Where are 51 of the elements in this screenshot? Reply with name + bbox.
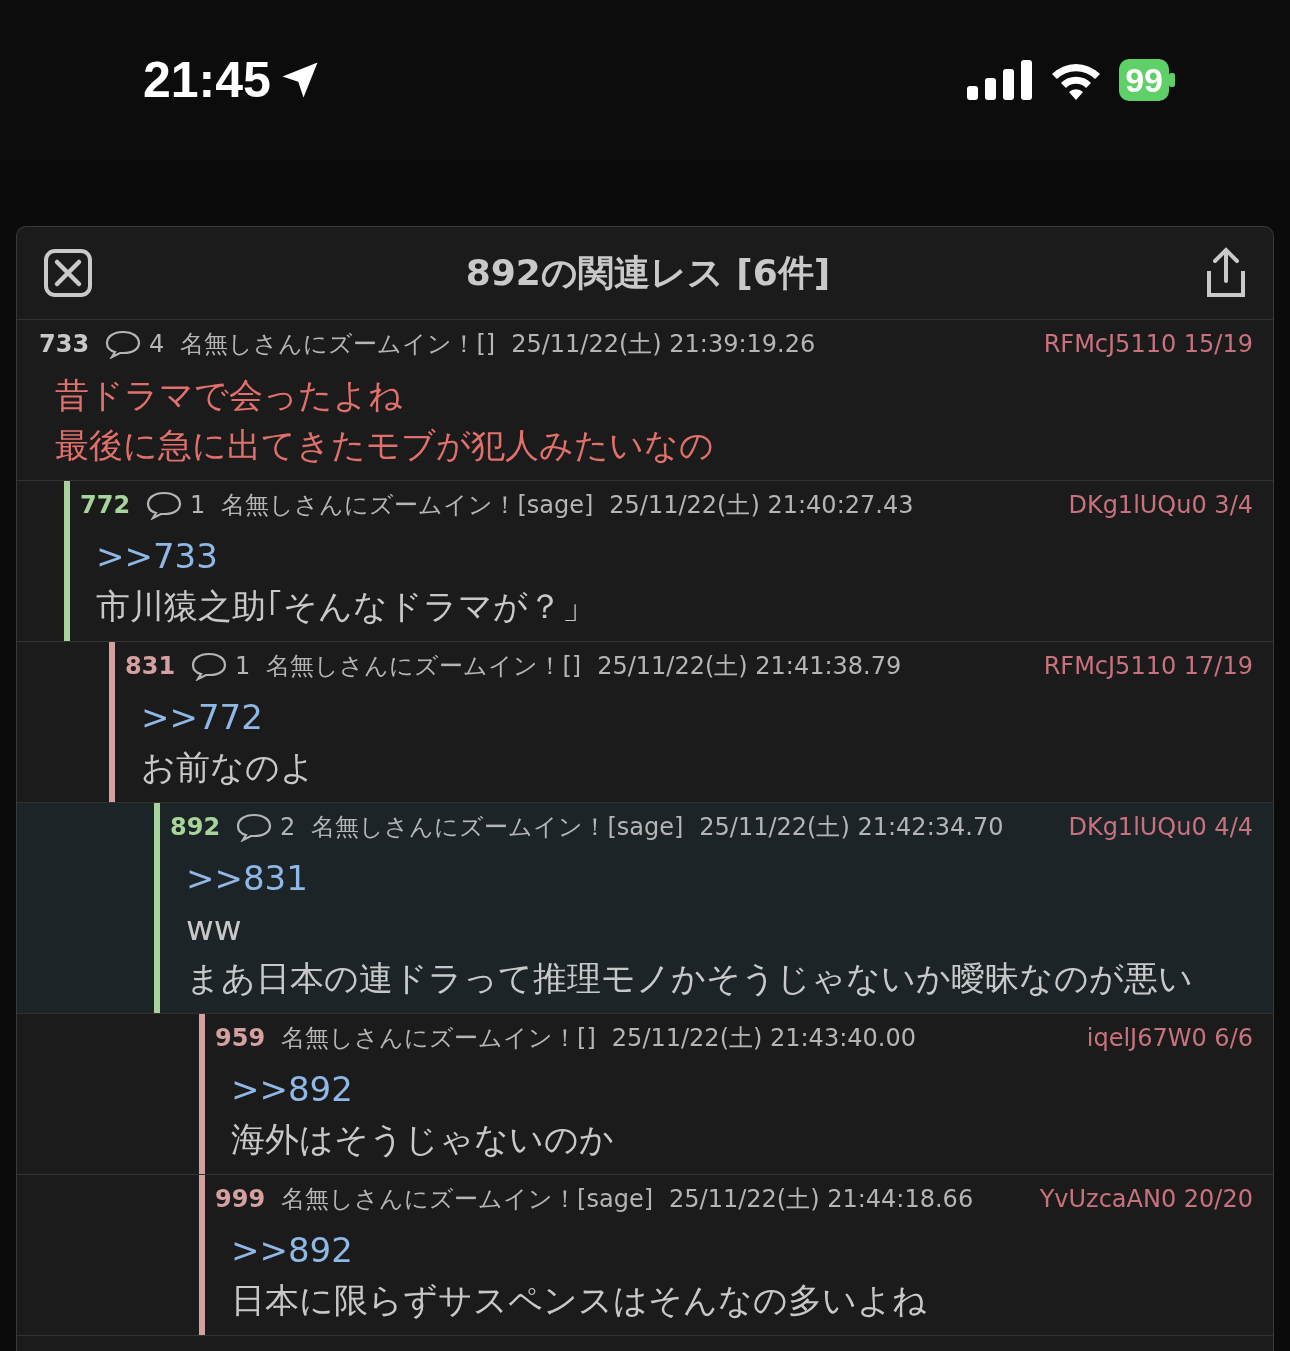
reply-count: 2 (280, 812, 296, 843)
post-text: 昔ドラマで会ったよね (54, 374, 404, 417)
poster-id: iqelJ67W0 6/6 (1086, 1023, 1253, 1054)
reply-count: 1 (235, 651, 251, 682)
poster-name: 名無しさんにズームイン！[] (281, 1023, 596, 1054)
post-number: 772 (80, 490, 131, 521)
poster-id: DKg1lUQu0 3/4 (1068, 490, 1253, 521)
speech-bubble-icon (236, 812, 273, 842)
post-text: ww (185, 907, 243, 950)
post-text: 海外はそうじゃないのか (230, 1118, 615, 1161)
post-date: 25/11/22(土) 21:42:34.70 (699, 812, 1004, 843)
post-date: 25/11/22(土) 21:44:18.66 (669, 1184, 974, 1215)
poster-name: 名無しさんにズームイン！[sage] (311, 812, 684, 843)
reply-count: 4 (149, 329, 165, 360)
speech-bubble-icon (191, 651, 228, 681)
post-text: 市川猿之助｢そんなドラマが？」 (95, 585, 597, 628)
post-number: 831 (125, 651, 176, 682)
poster-name: 名無しさんにズームイン！[] (266, 651, 582, 682)
reply-anchor-link[interactable]: >>892 (215, 1064, 1253, 1114)
clock-time: 21:45 (143, 50, 271, 110)
speech-bubble-icon (146, 490, 183, 520)
post-text: 日本に限らずサスペンスはそんなの多いよね (230, 1279, 928, 1322)
post-text: お前なのよ (140, 746, 316, 789)
post-number: 892 (170, 812, 221, 843)
post-number: 733 (39, 329, 90, 360)
post-date: 25/11/22(土) 21:43:40.00 (611, 1023, 916, 1054)
battery-tip-icon (1169, 73, 1175, 87)
poster-id: YvUzcaAN0 20/20 (1039, 1184, 1253, 1215)
post-date: 25/11/22(土) 21:39:19.26 (511, 329, 816, 360)
reply-anchor-link[interactable]: >>733 (80, 531, 1253, 581)
post-text: 最後に急に出てきたモブが犯人みたいなの (54, 424, 715, 467)
post-number: 959 (215, 1023, 266, 1054)
poster-name: 名無しさんにズームイン！[sage] (281, 1184, 654, 1215)
post-date: 25/11/22(土) 21:40:27.43 (609, 490, 914, 521)
dialog-title: 892の関連レス [6件] (465, 251, 831, 295)
post-text: まあ日本の連ドラって推理モノかそうじゃないか曖昧なのが悪い (185, 957, 1194, 1000)
poster-name: 名無しさんにズームイン！[] (180, 329, 496, 360)
post-date: 25/11/22(土) 21:41:38.79 (597, 651, 902, 682)
poster-id: RFMcJ5110 15/19 (1043, 329, 1253, 360)
reply-count: 1 (190, 490, 206, 521)
battery-level: 99 (1119, 59, 1169, 101)
poster-name: 名無しさんにズームイン！[sage] (221, 490, 594, 521)
reply-anchor-link[interactable]: >>831 (170, 853, 1253, 903)
signal-icon (967, 60, 1034, 100)
reply-anchor-link[interactable]: >>892 (215, 1225, 1253, 1275)
poster-id: RFMcJ5110 17/19 (1043, 651, 1253, 682)
reply-anchor-link[interactable]: >>772 (125, 692, 1253, 742)
speech-bubble-icon (105, 329, 142, 359)
post-number: 999 (215, 1184, 266, 1215)
poster-id: DKg1lUQu0 4/4 (1068, 812, 1253, 843)
close-button[interactable] (43, 248, 93, 298)
